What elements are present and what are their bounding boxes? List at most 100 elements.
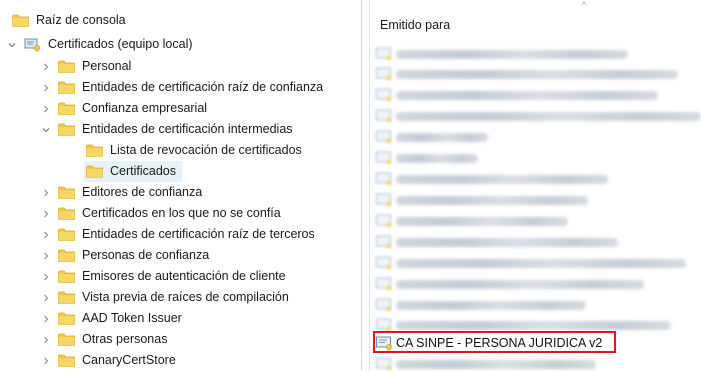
redacted-text [396, 69, 678, 79]
certificate-icon [376, 109, 393, 124]
tree-item-label: Personas de confianza [82, 248, 210, 262]
redacted-text [396, 195, 588, 205]
list-item[interactable] [376, 106, 701, 126]
list-item[interactable] [376, 148, 478, 168]
redacted-text [396, 258, 686, 268]
redacted-text [396, 279, 644, 289]
tree-item-personal[interactable]: Personal [40, 56, 131, 77]
folder-icon [58, 228, 75, 241]
tree-item-intermediate-ca[interactable]: Entidades de certificación intermedias [40, 119, 293, 140]
chevron-right-icon[interactable] [40, 77, 52, 98]
tree-item-certificates-local[interactable]: Certificados (equipo local) [6, 34, 193, 55]
redacted-text [396, 300, 586, 310]
tree-item-aad-token-issuer[interactable]: AAD Token Issuer [40, 308, 182, 329]
tree-item-trusted-root[interactable]: Entidades de certificación raíz de confi… [40, 77, 323, 98]
certificate-icon [376, 47, 393, 62]
folder-icon [58, 270, 75, 283]
redacted-text [396, 237, 618, 247]
chevron-down-icon[interactable] [40, 119, 52, 140]
folder-icon [86, 165, 103, 178]
tree-item-untrusted[interactable]: Certificados en los que no se confía [40, 203, 281, 224]
tree-item-crl[interactable]: Lista de revocación de certificados [86, 140, 302, 161]
tree-item-label: AAD Token Issuer [82, 311, 182, 325]
tree-item-label: Entidades de certificación intermedias [82, 122, 293, 136]
tree-item-label: Editores de confianza [82, 185, 203, 199]
chevron-right-icon[interactable] [40, 182, 52, 203]
certificate-icon [376, 277, 393, 292]
folder-icon [58, 123, 75, 136]
redacted-text [396, 90, 658, 100]
tree-item-label: CanaryCertStore [82, 353, 176, 367]
highlight-annotation-box [373, 331, 616, 353]
certificate-icon [376, 88, 393, 103]
folder-icon [86, 144, 103, 157]
tree-item-root[interactable]: Raíz de consola [12, 10, 126, 31]
chevron-right-icon[interactable] [40, 245, 52, 266]
list-item[interactable] [376, 295, 586, 315]
certificate-icon [376, 67, 393, 82]
folder-icon [58, 207, 75, 220]
list-item[interactable] [376, 64, 678, 84]
chevron-right-icon[interactable] [40, 308, 52, 329]
tree-item-label: Lista de revocación de certificados [110, 143, 302, 157]
tree-item-third-party-root[interactable]: Entidades de certificación raíz de terce… [40, 224, 315, 245]
tree-item-preview-build-roots[interactable]: Vista previa de raíces de compilación [40, 287, 289, 308]
redacted-text [396, 216, 568, 226]
redacted-text [396, 111, 701, 121]
folder-icon [58, 333, 75, 346]
redacted-text [396, 49, 628, 59]
chevron-down-icon[interactable] [6, 34, 18, 55]
certificate-icon [376, 130, 393, 145]
chevron-right-icon[interactable] [40, 350, 52, 371]
certificate-icon [376, 193, 393, 208]
certificate-icon [376, 357, 393, 371]
folder-icon [58, 354, 75, 367]
list-item[interactable] [376, 127, 488, 147]
redacted-text [396, 174, 608, 184]
certificate-icon [376, 298, 393, 313]
chevron-right-icon[interactable] [40, 98, 52, 119]
chevron-right-icon[interactable] [40, 266, 52, 287]
list-item[interactable] [376, 354, 596, 371]
redacted-text [396, 153, 478, 163]
list-item[interactable] [376, 44, 628, 64]
list-item[interactable] [376, 253, 686, 273]
list-item[interactable] [376, 169, 608, 189]
certificate-icon [376, 235, 393, 250]
list-item[interactable] [376, 274, 644, 294]
chevron-right-icon[interactable] [40, 56, 52, 77]
tree-item-client-auth-issuers[interactable]: Emisores de autenticación de cliente [40, 266, 286, 287]
list-item[interactable] [376, 232, 618, 252]
folder-icon [58, 81, 75, 94]
certificate-icon [376, 214, 393, 229]
folder-icon [58, 249, 75, 262]
chevron-right-icon[interactable] [40, 203, 52, 224]
certificate-icon [376, 151, 393, 166]
list-item[interactable] [376, 85, 658, 105]
certificate-icon [376, 256, 393, 271]
tree-item-label: Emisores de autenticación de cliente [82, 269, 286, 283]
tree-item-label: Entidades de certificación raíz de terce… [82, 227, 315, 241]
folder-icon [12, 14, 29, 27]
list-item[interactable] [376, 211, 568, 231]
tree-item-label: Certificados [110, 164, 176, 178]
certificate-icon [376, 172, 393, 187]
tree-item-certificados-selected[interactable]: Certificados [84, 161, 182, 182]
column-header-issued-to[interactable]: Emitido para [370, 14, 450, 36]
list-item[interactable] [376, 190, 588, 210]
chevron-right-icon[interactable] [40, 287, 52, 308]
sort-caret-icon: ^ [582, 0, 587, 10]
tree-item-label: Certificados (equipo local) [48, 37, 193, 51]
chevron-right-icon[interactable] [40, 224, 52, 245]
redacted-text [396, 132, 488, 142]
folder-icon [58, 291, 75, 304]
tree-item-trusted-people[interactable]: Personas de confianza [40, 245, 209, 266]
tree-item-label: Raíz de consola [36, 13, 126, 27]
tree-item-label: Vista previa de raíces de compilación [82, 290, 289, 304]
tree-item-enterprise-trust[interactable]: Confianza empresarial [40, 98, 207, 119]
tree-item-label: Confianza empresarial [82, 101, 208, 115]
chevron-right-icon[interactable] [40, 329, 52, 350]
tree-item-other-people[interactable]: Otras personas [40, 329, 167, 350]
tree-item-canary-cert-store[interactable]: CanaryCertStore [40, 350, 176, 371]
tree-item-trusted-publishers[interactable]: Editores de confianza [40, 182, 202, 203]
